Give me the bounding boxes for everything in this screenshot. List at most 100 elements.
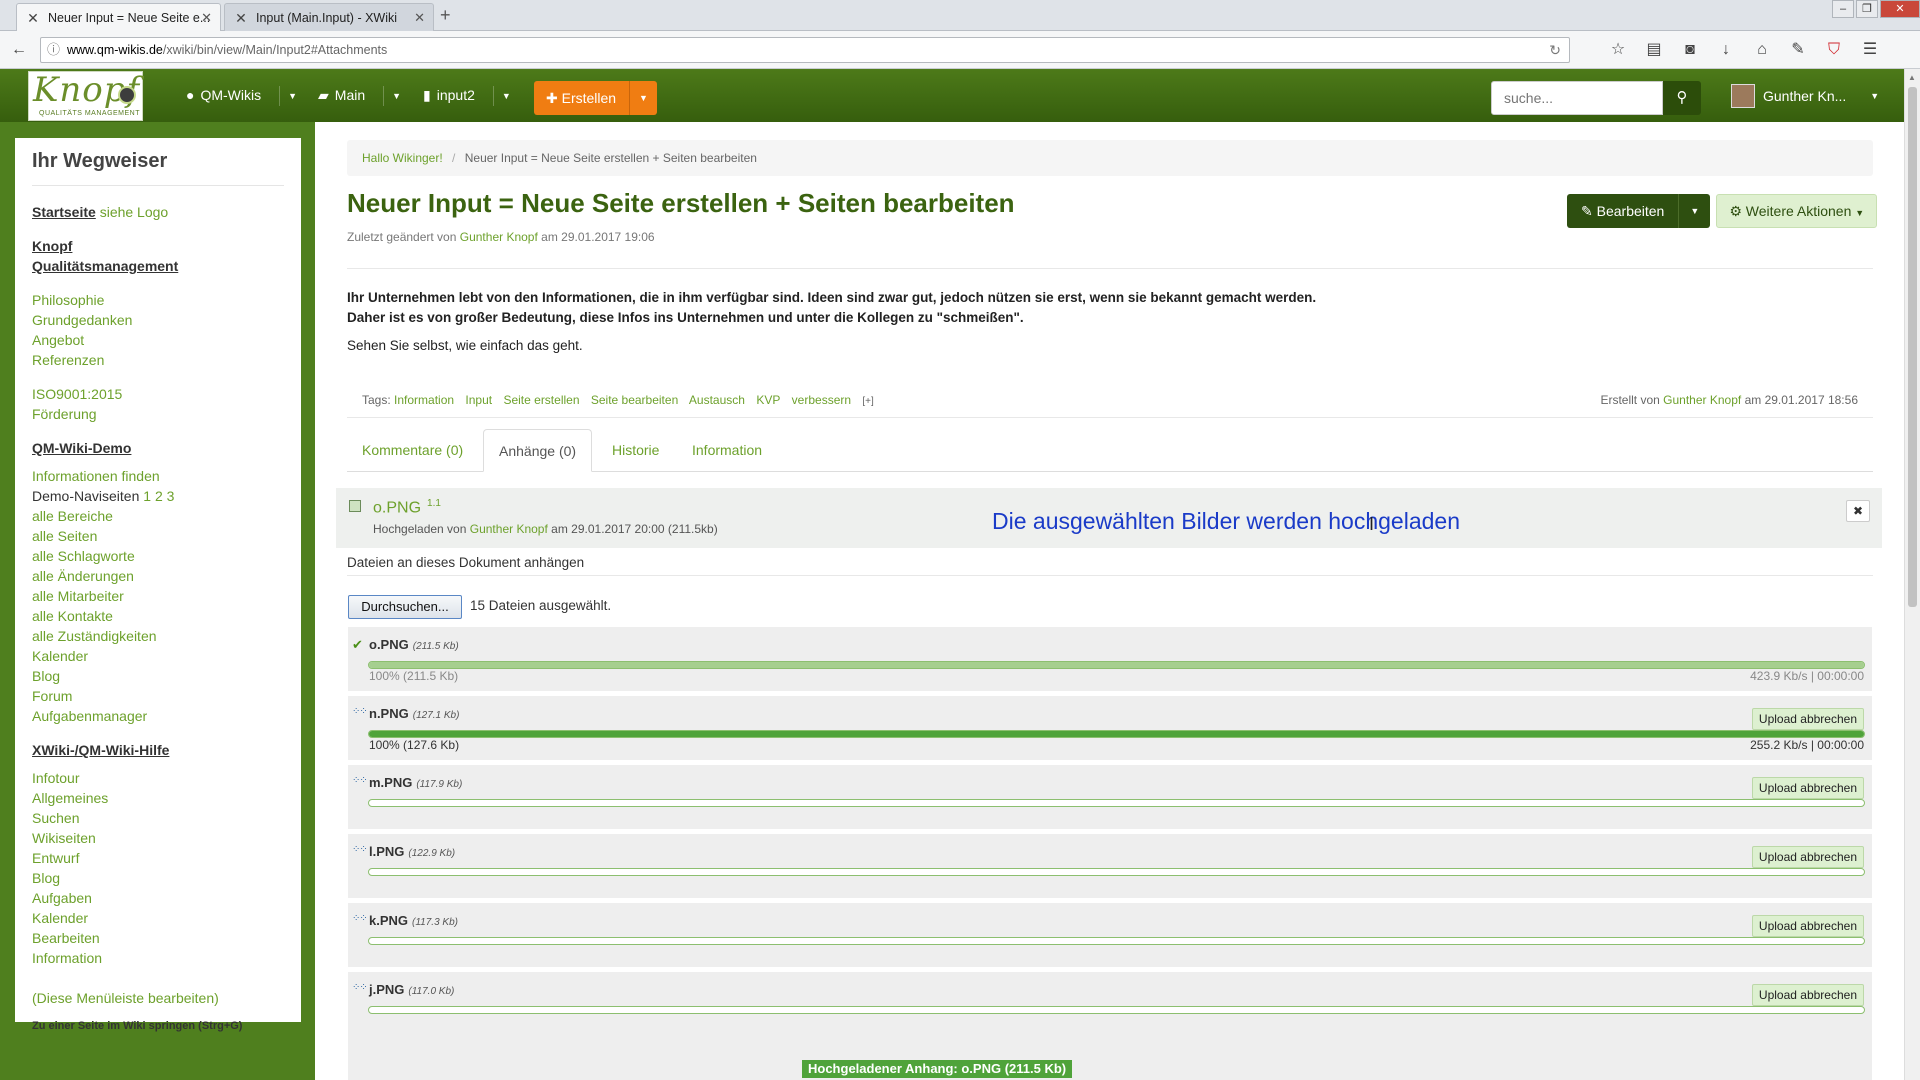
sidebar-item-demo[interactable]: QM-Wiki-Demo	[32, 438, 284, 458]
sidebar-item[interactable]: Forum	[32, 686, 284, 706]
sidebar-item[interactable]: alle Kontakte	[32, 606, 284, 626]
tab-history[interactable]: Historie	[597, 429, 674, 472]
tag-link[interactable]: Input	[465, 393, 492, 407]
back-icon[interactable]: ←	[8, 39, 30, 61]
breadcrumb-item[interactable]: Hallo Wikinger!	[362, 151, 443, 165]
scroll-up-icon[interactable]: ▲	[1908, 73, 1916, 82]
url-bar[interactable]: ⓘ www.qm-wikis.de/xwiki/bin/view/Main/In…	[40, 37, 1570, 63]
sidebar-item-knopf[interactable]: Knopf	[32, 236, 284, 256]
cancel-upload-button[interactable]: Upload abbrechen	[1751, 915, 1864, 937]
tag-link[interactable]: Seite erstellen	[503, 393, 579, 407]
sidebar-item[interactable]: Grundgedanken	[32, 310, 284, 330]
minimize-icon[interactable]: ‒	[1832, 0, 1854, 18]
tab-attachments[interactable]: Anhänge (0)	[483, 429, 593, 472]
sidebar-item[interactable]: Information	[32, 948, 284, 968]
home-icon[interactable]: ⌂	[1750, 37, 1774, 63]
shield-icon[interactable]: ⛉	[1822, 37, 1846, 63]
download-icon[interactable]: ↓	[1714, 37, 1738, 63]
search-input[interactable]	[1491, 81, 1663, 115]
sidebar-item-qm[interactable]: Qualitätsmanagement	[32, 256, 284, 276]
attachment-name[interactable]: o.PNG 1.1	[373, 498, 441, 517]
attachment-version[interactable]: 1.1	[427, 498, 441, 509]
menu-icon[interactable]: ☰	[1858, 37, 1882, 63]
create-button[interactable]: ✚ Erstellen ▼	[534, 81, 657, 115]
reload-icon[interactable]: ↻	[1549, 38, 1561, 62]
sidebar-item-help[interactable]: XWiki-/QM-Wiki-Hilfe	[32, 740, 284, 760]
chevron-down-icon[interactable]: ▼	[1870, 91, 1879, 101]
sidebar-item[interactable]: Referenzen	[32, 350, 284, 370]
attachment-author-link[interactable]: Gunther Knopf	[470, 522, 548, 536]
sidebar-item[interactable]: Informationen finden	[32, 466, 284, 486]
delete-attachment-icon[interactable]: ✖	[1846, 500, 1870, 522]
pocket-icon[interactable]: ◙	[1678, 37, 1702, 63]
sidebar-item[interactable]: Entwurf	[32, 848, 284, 868]
add-tag-button[interactable]: [+]	[862, 396, 873, 407]
sidebar-item[interactable]: Kalender	[32, 646, 284, 666]
close-tab-icon[interactable]: ✕	[414, 10, 425, 26]
knopf-logo[interactable]: Knopf QUALITÄTS MANAGEMENT	[28, 70, 143, 121]
tag-link[interactable]: verbessern	[792, 393, 851, 407]
window-close-icon[interactable]: ✕	[1880, 0, 1920, 18]
edit-menu-link[interactable]: (Diese Menüleiste bearbeiten)	[32, 988, 284, 1008]
meta-author-link[interactable]: Gunther Knopf	[460, 230, 538, 244]
browse-button[interactable]: Durchsuchen...	[348, 595, 462, 619]
tab-comments[interactable]: Kommentare (0)	[347, 429, 478, 472]
sidebar-item[interactable]: Aufgabenmanager	[32, 706, 284, 726]
sidebar-item[interactable]: Suchen	[32, 808, 284, 828]
sidebar-item[interactable]: Wikiseiten	[32, 828, 284, 848]
sidebar-item[interactable]: Infotour	[32, 768, 284, 788]
bookmark-star-icon[interactable]: ☆	[1606, 37, 1630, 63]
reading-list-icon[interactable]: ▤	[1642, 37, 1666, 63]
sidebar-start-suffix[interactable]: siehe Logo	[100, 204, 169, 220]
more-actions-button[interactable]: ⚙ Weitere Aktionen ▼	[1716, 194, 1878, 228]
sidebar-demo-navi-pages[interactable]: 1 2 3	[143, 488, 174, 504]
new-tab-icon[interactable]: +	[440, 5, 451, 26]
chevron-down-icon[interactable]: ▼	[492, 85, 511, 106]
browser-tab-active[interactable]: ✕ Neuer Input = Neue Seite e... ✕	[16, 3, 221, 32]
menu-qm-wikis[interactable]: ● QM-Wikis ▼	[186, 69, 297, 122]
sidebar-item[interactable]: alle Zuständigkeiten	[32, 626, 284, 646]
cancel-upload-button[interactable]: Upload abbrechen	[1751, 846, 1864, 868]
menu-input2[interactable]: ▮ input2 ▼	[423, 69, 511, 122]
edit-button[interactable]: ✎ Bearbeiten	[1567, 194, 1679, 228]
chevron-down-icon[interactable]: ▼	[383, 85, 401, 106]
chevron-down-icon[interactable]: ▼	[629, 81, 657, 115]
sidebar-item[interactable]: alle Mitarbeiter	[32, 586, 284, 606]
tab-information[interactable]: Information	[677, 429, 777, 472]
tag-link[interactable]: KVP	[756, 393, 780, 407]
sidebar-item[interactable]: Blog	[32, 666, 284, 686]
sidebar-item[interactable]: Blog	[32, 868, 284, 888]
sidebar-item[interactable]: alle Seiten	[32, 526, 284, 546]
sidebar-item[interactable]: Aufgaben	[32, 888, 284, 908]
close-tab-icon[interactable]: ✕	[201, 10, 212, 26]
scrollbar-thumb[interactable]	[1908, 87, 1917, 607]
menu-main[interactable]: ▰ Main ▼	[318, 69, 401, 122]
tag-link[interactable]: Austausch	[689, 393, 745, 407]
sidebar-item[interactable]: Angebot	[32, 330, 284, 350]
sidebar-item[interactable]: alle Schlagworte	[32, 546, 284, 566]
sidebar-item[interactable]: alle Bereiche	[32, 506, 284, 526]
sidebar-item-start[interactable]: Startseite	[32, 204, 96, 220]
cancel-upload-button[interactable]: Upload abbrechen	[1751, 984, 1864, 1006]
browser-tab[interactable]: ✕ Input (Main.Input) - XWiki ✕	[224, 3, 434, 31]
page-scrollbar[interactable]: ▲	[1904, 69, 1920, 1080]
jump-to-page-link[interactable]: Zu einer Seite im Wiki springen (Strg+G)	[32, 1020, 284, 1032]
tag-link[interactable]: Information	[394, 393, 454, 407]
search-button[interactable]: ⚲	[1663, 81, 1701, 115]
user-menu[interactable]: Gunther Kn... ▼	[1731, 69, 1879, 122]
sidebar-item[interactable]: alle Änderungen	[32, 566, 284, 586]
sidebar-item[interactable]: Kalender	[32, 908, 284, 928]
sidebar-item[interactable]: Förderung	[32, 404, 284, 424]
tools-icon[interactable]: ✎	[1786, 37, 1810, 63]
sidebar-item[interactable]: ISO9001:2015	[32, 384, 284, 404]
sidebar-item[interactable]: Bearbeiten	[32, 928, 284, 948]
cancel-upload-button[interactable]: Upload abbrechen	[1751, 777, 1864, 799]
sidebar-item[interactable]: Philosophie	[32, 290, 284, 310]
cancel-upload-button[interactable]: Upload abbrechen	[1751, 708, 1864, 730]
edit-dropdown-button[interactable]: ▼	[1678, 194, 1711, 228]
tag-link[interactable]: Seite bearbeiten	[591, 393, 678, 407]
info-icon[interactable]: ⓘ	[47, 38, 60, 62]
chevron-down-icon[interactable]: ▼	[279, 85, 297, 106]
maximize-icon[interactable]: ❐	[1856, 0, 1878, 18]
sidebar-item[interactable]: Allgemeines	[32, 788, 284, 808]
